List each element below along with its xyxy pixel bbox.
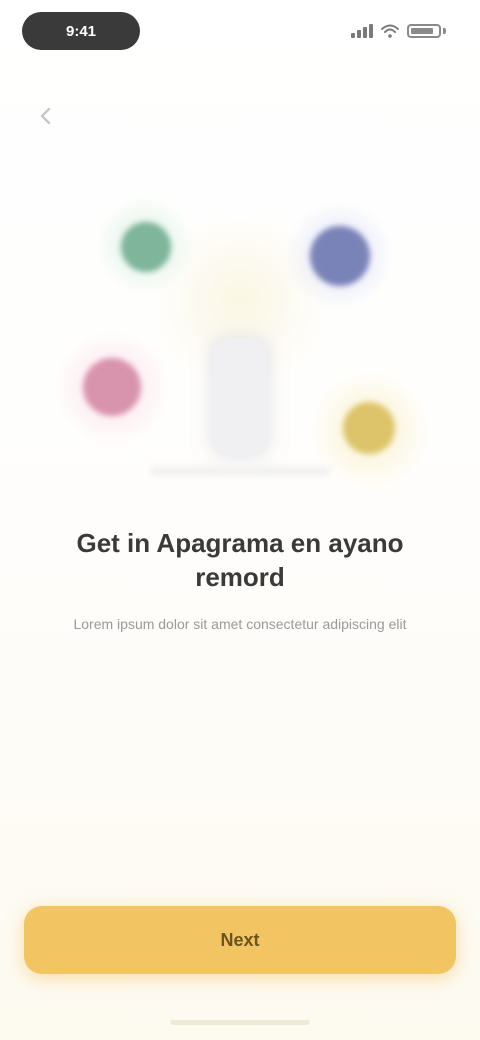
battery-icon [407, 24, 441, 38]
onboarding-illustration [0, 170, 480, 510]
next-button[interactable]: Next [24, 906, 456, 974]
dot-blue [310, 226, 370, 286]
onboarding-subtitle: Lorem ipsum dolor sit amet consectetur a… [73, 616, 407, 632]
dot-yellow [343, 402, 395, 454]
back-arrow-icon [40, 107, 51, 125]
wifi-icon [381, 24, 399, 38]
status-time-pill: 9:41 [22, 12, 140, 50]
onboarding-screen: 9:41 Get in Apagrama en ayano remord Lor… [0, 0, 480, 1040]
onboarding-headline: Get in Apagrama en ayano remord [76, 528, 404, 592]
status-icons [351, 22, 446, 40]
dot-green [121, 222, 171, 272]
home-indicator [170, 1020, 310, 1025]
signal-icon [351, 24, 373, 38]
dot-pink [83, 358, 141, 416]
status-time: 9:41 [65, 22, 97, 40]
phone-illustration [212, 338, 268, 456]
battery-cap [443, 28, 446, 34]
phone-shadow [150, 466, 330, 476]
back-button[interactable] [26, 96, 66, 136]
